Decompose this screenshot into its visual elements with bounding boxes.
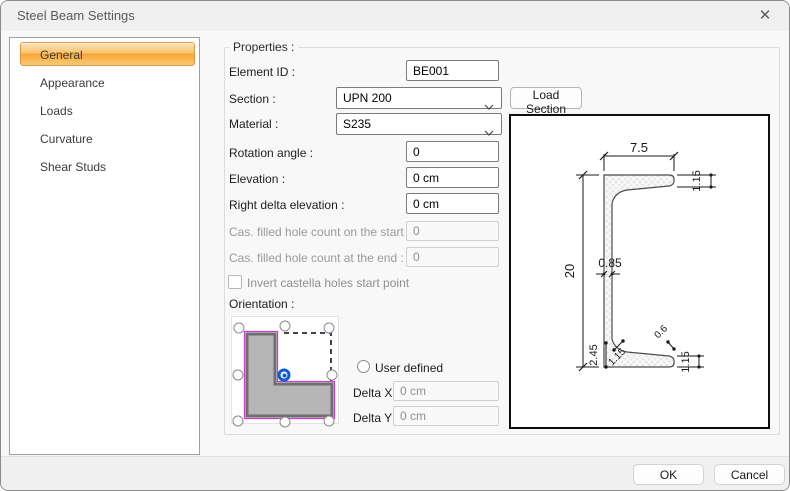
cas-hole-end-label: Cas. filled hole count at the end : (229, 251, 404, 265)
chevron-down-icon (484, 122, 494, 142)
orientation-diagram (231, 316, 339, 424)
title-bar: Steel Beam Settings ✕ (1, 1, 789, 31)
anchor-radio-top-right[interactable] (324, 323, 335, 334)
anchor-radio-bottom-left[interactable] (233, 416, 244, 427)
material-label: Material : (229, 117, 278, 131)
right-delta-elevation-input[interactable] (406, 193, 499, 214)
dim-web-thickness: 0.85 (598, 256, 622, 270)
cancel-button[interactable]: Cancel (714, 464, 785, 485)
delta-y-label: Delta Y : (353, 411, 399, 425)
anchor-radio-bottom-right[interactable] (324, 416, 335, 427)
rotation-angle-input[interactable] (406, 141, 499, 162)
window-title: Steel Beam Settings (17, 8, 135, 23)
dim-bottom-offset: 2.45 (588, 344, 600, 365)
invert-castella-label: Invert castella holes start point (247, 276, 409, 290)
elevation-label: Elevation : (229, 172, 285, 186)
properties-group-label: Properties : (229, 40, 298, 54)
section-label: Section : (229, 92, 276, 106)
section-preview: 7.5 1.15 20 0.85 2.45 1.15 (509, 114, 770, 429)
upn-section-drawing: 7.5 1.15 20 0.85 2.45 1.15 (511, 116, 768, 427)
sidebar-item-loads[interactable]: Loads (20, 98, 195, 122)
anchor-radio-bottom-center[interactable] (280, 417, 291, 428)
sidebar-item-appearance[interactable]: Appearance (20, 70, 195, 94)
right-delta-elevation-label: Right delta elevation : (229, 198, 344, 212)
footer: OK Cancel (1, 456, 789, 491)
anchor-radio-top-left[interactable] (234, 323, 245, 334)
sidebar-item-general[interactable]: General (20, 42, 195, 66)
dim-toe-radius: 0.6 (652, 323, 670, 341)
sidebar-item-shear-studs[interactable]: Shear Studs (20, 154, 195, 178)
close-icon[interactable]: ✕ (753, 5, 777, 27)
dim-flange-thickness-bottom: 1.15 (680, 351, 692, 372)
anchor-radio-top-center[interactable] (280, 321, 291, 332)
material-dropdown-value: S235 (343, 117, 371, 131)
dim-flange-thickness-top: 1.15 (691, 170, 703, 191)
cas-hole-start-label: Cas. filled hole count on the start : (229, 225, 410, 239)
rotation-angle-label: Rotation angle : (229, 146, 313, 160)
section-dropdown[interactable]: UPN 200 (336, 87, 502, 109)
delta-y-input (393, 406, 499, 426)
cas-hole-start-input (406, 221, 499, 241)
sidebar: General Appearance Loads Curvature Shear… (9, 37, 200, 455)
load-section-button[interactable]: Load Section (510, 87, 582, 109)
material-dropdown[interactable]: S235 (336, 113, 502, 135)
dim-flange-width: 7.5 (630, 140, 648, 155)
element-id-label: Element ID : (229, 65, 295, 79)
ok-button[interactable]: OK (633, 464, 704, 485)
delta-x-input (393, 381, 499, 401)
elevation-input[interactable] (406, 167, 499, 188)
user-defined-radio[interactable] (357, 360, 370, 373)
anchor-radio-mid-left[interactable] (233, 370, 244, 381)
sidebar-item-curvature[interactable]: Curvature (20, 126, 195, 150)
section-dropdown-value: UPN 200 (343, 91, 392, 105)
orientation-label: Orientation : (229, 297, 294, 311)
anchor-radio-mid-right[interactable] (327, 370, 338, 381)
dim-height: 20 (562, 264, 577, 278)
anchor-radio-center[interactable] (278, 369, 291, 382)
invert-castella-checkbox[interactable] (228, 275, 242, 289)
cas-hole-end-input (406, 247, 499, 267)
steel-beam-settings-dialog: Steel Beam Settings ✕ General Appearance… (0, 0, 790, 491)
element-id-input[interactable] (406, 60, 499, 81)
user-defined-label: User defined (375, 361, 443, 375)
